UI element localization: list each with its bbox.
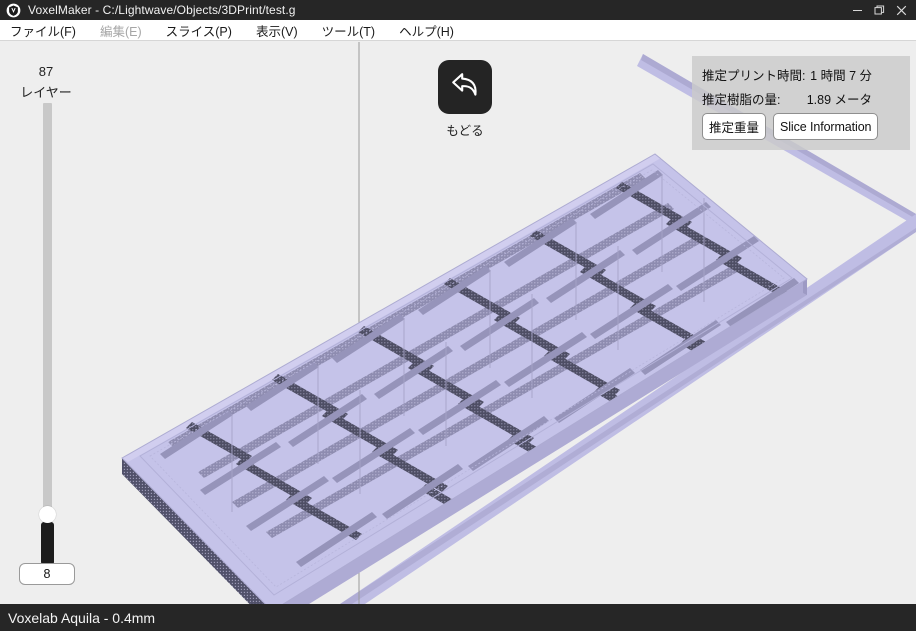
menu-tools[interactable]: ツール(T) [320, 19, 385, 42]
window-title: VoxelMaker - C:/Lightwave/Objects/3DPrin… [28, 3, 296, 17]
menu-edit: 編集(E) [99, 24, 142, 39]
slice-info-panel: 推定プリント時間: 1 時間 7 分 推定樹脂の量: 1.89 メータ 推定重量… [692, 56, 910, 150]
print-time-value: 1 時間 7 分 [810, 69, 872, 83]
undo-button[interactable] [438, 60, 492, 114]
minimize-button[interactable] [846, 0, 868, 20]
resin-amount-row: 推定樹脂の量: 1.89 メータ [702, 89, 900, 108]
voxelmaker-window: VoxelMaker - C:/Lightwave/Objects/3DPrin… [0, 0, 916, 631]
undo-arrow-icon [449, 70, 481, 105]
window-controls [846, 0, 916, 20]
voxelmaker-logo-icon [5, 2, 21, 18]
menu-slice[interactable]: スライス(P) [164, 19, 242, 42]
print-time-row: 推定プリント時間: 1 時間 7 分 [702, 65, 900, 84]
printer-status-text: Voxelab Aquila - 0.4mm [8, 609, 156, 626]
menu-file[interactable]: ファイル(F) [8, 19, 86, 42]
viewport-3d[interactable]: 87 レイヤー 8 もどる 推定プリント時間: 1 時間 7 分 推定樹脂の量:… [0, 42, 916, 604]
layer-slider-handle[interactable] [39, 506, 56, 523]
estimated-weight-button[interactable]: 推定重量 [702, 113, 767, 140]
resin-amount-label: 推定樹脂の量: [702, 93, 781, 107]
layer-value-input[interactable]: 8 [19, 563, 75, 585]
layer-slider-fill[interactable] [41, 522, 54, 565]
slice-information-button[interactable]: Slice Information [773, 113, 879, 140]
print-time-label: 推定プリント時間: [702, 69, 806, 83]
title-bar: VoxelMaker - C:/Lightwave/Objects/3DPrin… [0, 0, 916, 20]
menu-view[interactable]: 表示(V) [254, 19, 308, 42]
menu-bar: ファイル(F) 編集(E) スライス(P) 表示(V) ツール(T) ヘルプ(H… [0, 20, 916, 41]
resin-amount-value: 1.89 メータ [806, 93, 872, 107]
maximize-restore-button[interactable] [868, 0, 890, 20]
menu-help[interactable]: ヘルプ(H) [397, 19, 464, 42]
status-bar: Voxelab Aquila - 0.4mm [0, 604, 916, 631]
info-panel-buttons: 推定重量 Slice Information [702, 113, 900, 140]
undo-control: もどる [430, 60, 500, 139]
layer-slider-track[interactable] [43, 103, 52, 511]
close-button[interactable] [890, 0, 912, 20]
undo-label: もどる [446, 124, 484, 138]
